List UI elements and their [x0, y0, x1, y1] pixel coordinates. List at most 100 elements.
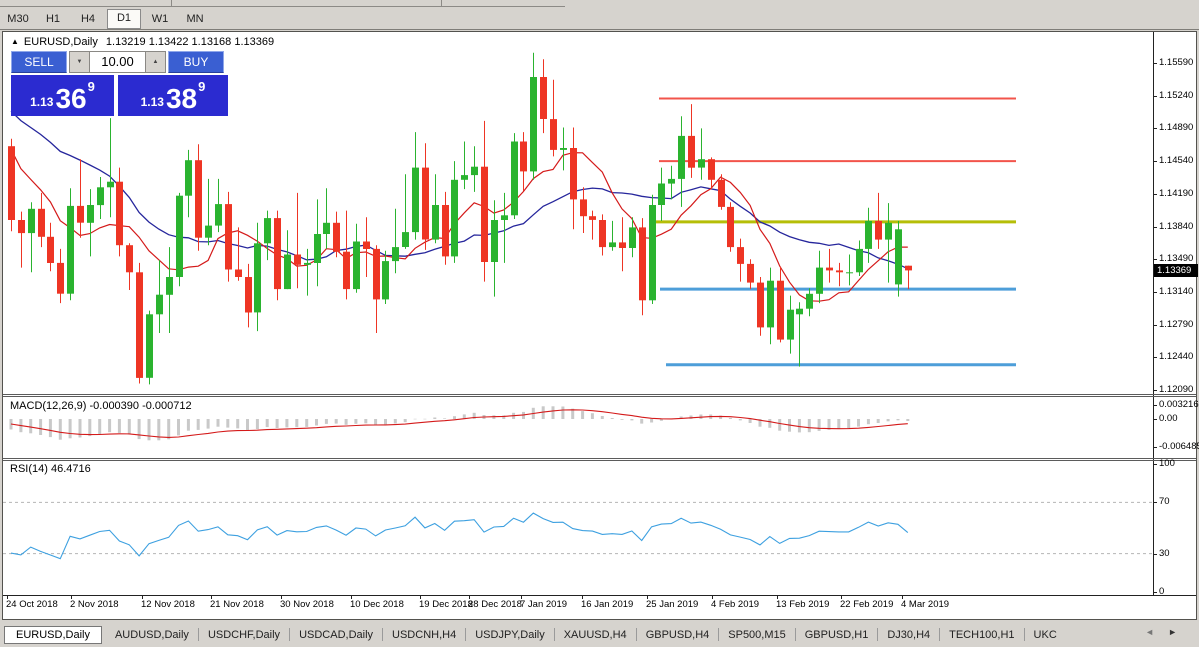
tab-tech100-h1[interactable]: TECH100,H1 — [940, 627, 1023, 643]
tab-gbpusd-h1[interactable]: GBPUSD,H1 — [796, 627, 878, 643]
candle-body — [836, 270, 843, 273]
macd-histogram-bar — [48, 419, 52, 438]
date-axis-label: 2 Nov 2018 — [70, 599, 119, 610]
candle-body — [649, 205, 656, 301]
candle-body — [28, 208, 35, 234]
candle-body — [501, 215, 508, 220]
candle-body — [708, 159, 715, 180]
macd-histogram-bar — [29, 419, 33, 434]
candle-body — [363, 241, 370, 249]
price-axis-label: 1.12790 — [1159, 319, 1194, 330]
date-axis-label: 21 Nov 2018 — [210, 599, 264, 610]
macd-histogram-bar — [847, 419, 851, 429]
macd-histogram-bar — [886, 419, 890, 422]
sell-price-big: 36 — [55, 83, 87, 114]
macd-histogram-bar — [610, 418, 614, 419]
candle-body — [895, 229, 902, 285]
date-axis-label: 24 Oct 2018 — [6, 599, 58, 610]
candle-body — [639, 227, 646, 301]
one-click-trade-row: SELL ▼ 10.00 ▲ BUY — [11, 51, 224, 73]
chart-ohlc-values: 1.13219 1.13422 1.13168 1.13369 — [105, 36, 275, 48]
pane-separator[interactable] — [3, 458, 1196, 459]
candle-body — [245, 277, 252, 313]
rsi-pane-canvas[interactable] — [3, 460, 1153, 594]
price-axis-label: 1.13490 — [1159, 253, 1194, 264]
date-axis-tick — [469, 596, 470, 599]
timeframe-button-h1[interactable]: H1 — [37, 10, 69, 28]
candle-body — [747, 263, 754, 283]
buy-price-big: 38 — [165, 83, 198, 114]
date-axis-tick — [902, 596, 903, 599]
date-axis-tick — [71, 596, 72, 599]
date-axis-tick — [211, 596, 212, 599]
sell-button[interactable]: SELL — [11, 51, 67, 73]
candle-body — [264, 218, 271, 244]
volume-decrease-button[interactable]: ▼ — [69, 51, 90, 73]
candle-body — [668, 178, 675, 184]
candle-body — [373, 248, 380, 300]
volume-increase-button[interactable]: ▲ — [145, 51, 166, 73]
buy-price-box[interactable]: 1.13 38 9 — [118, 75, 228, 116]
candle-body — [215, 204, 222, 226]
tab-usdcnh-h4[interactable]: USDCNH,H4 — [383, 627, 465, 643]
tab-gbpusd-h4[interactable]: GBPUSD,H4 — [637, 627, 719, 643]
candle-body — [678, 135, 685, 179]
date-axis-tick — [351, 596, 352, 599]
price-axis-tick — [1153, 194, 1157, 195]
timeframe-button-w1[interactable]: W1 — [144, 10, 176, 28]
macd-histogram-bar — [147, 419, 151, 441]
tab-dj30-h4[interactable]: DJ30,H4 — [878, 627, 939, 643]
timeframe-button-h4[interactable]: H4 — [72, 10, 104, 28]
candle-body — [77, 205, 84, 223]
buy-button[interactable]: BUY — [168, 51, 224, 73]
tab-scroll-right-icon[interactable]: ► — [1168, 627, 1191, 637]
tab-usdcad-daily[interactable]: USDCAD,Daily — [290, 627, 382, 643]
date-axis-label: 12 Nov 2018 — [141, 599, 195, 610]
tab-ukc[interactable]: UKC — [1025, 627, 1066, 643]
timeframe-button-mn[interactable]: MN — [179, 10, 211, 28]
pane-separator[interactable] — [3, 394, 1196, 395]
candle-body — [314, 234, 321, 263]
docked-toolbar-strip — [0, 0, 1199, 8]
tab-usdchf-daily[interactable]: USDCHF,Daily — [199, 627, 289, 643]
macd-histogram-bar — [620, 419, 624, 420]
ma-fast-line[interactable] — [10, 148, 908, 302]
date-axis-tick — [712, 596, 713, 599]
price-axis-tick — [1153, 128, 1157, 129]
tab-xauusd-h4[interactable]: XAUUSD,H4 — [555, 627, 636, 643]
tab-scroll-left-icon[interactable]: ◄ — [1145, 627, 1168, 637]
tab-sp500-m15[interactable]: SP500,M15 — [719, 627, 794, 643]
candle-body — [826, 267, 833, 271]
macd-histogram-bar — [108, 419, 112, 433]
trade-price-row: 1.13 36 9 1.13 38 9 — [11, 75, 228, 116]
candle-body — [737, 247, 744, 264]
candle-body — [57, 262, 64, 294]
tab-eurusd-daily[interactable]: EURUSD,Daily — [4, 625, 102, 644]
candle-body — [97, 187, 104, 206]
price-axis-tick — [1153, 357, 1157, 358]
candle-body — [87, 205, 94, 223]
candle-body — [806, 293, 813, 309]
date-axis-label: 25 Jan 2019 — [646, 599, 699, 610]
price-axis-tick — [1153, 227, 1157, 228]
price-axis-tick — [1153, 325, 1157, 326]
tab-usdjpy-daily[interactable]: USDJPY,Daily — [466, 627, 554, 643]
date-axis-tick — [777, 596, 778, 599]
candle-body — [767, 280, 774, 328]
macd-histogram-bar — [236, 419, 240, 429]
timeframe-button-m30[interactable]: M30 — [2, 10, 34, 28]
collapse-triangle-icon[interactable]: ▲ — [11, 37, 19, 46]
volume-input[interactable]: 10.00 — [90, 51, 145, 73]
macd-histogram-bar — [177, 419, 180, 436]
macd-histogram-bar — [403, 419, 407, 423]
timeframe-button-d1[interactable]: D1 — [107, 8, 141, 29]
candle-body — [905, 265, 912, 271]
macd-histogram-bar — [453, 416, 456, 419]
tab-audusd-daily[interactable]: AUDUSD,Daily — [106, 627, 198, 643]
candle-body — [511, 141, 518, 216]
candle-body — [323, 222, 330, 234]
candle-body — [422, 167, 429, 240]
candle-body — [304, 262, 311, 265]
sell-price-box[interactable]: 1.13 36 9 — [11, 75, 114, 116]
candle-body — [136, 272, 143, 378]
